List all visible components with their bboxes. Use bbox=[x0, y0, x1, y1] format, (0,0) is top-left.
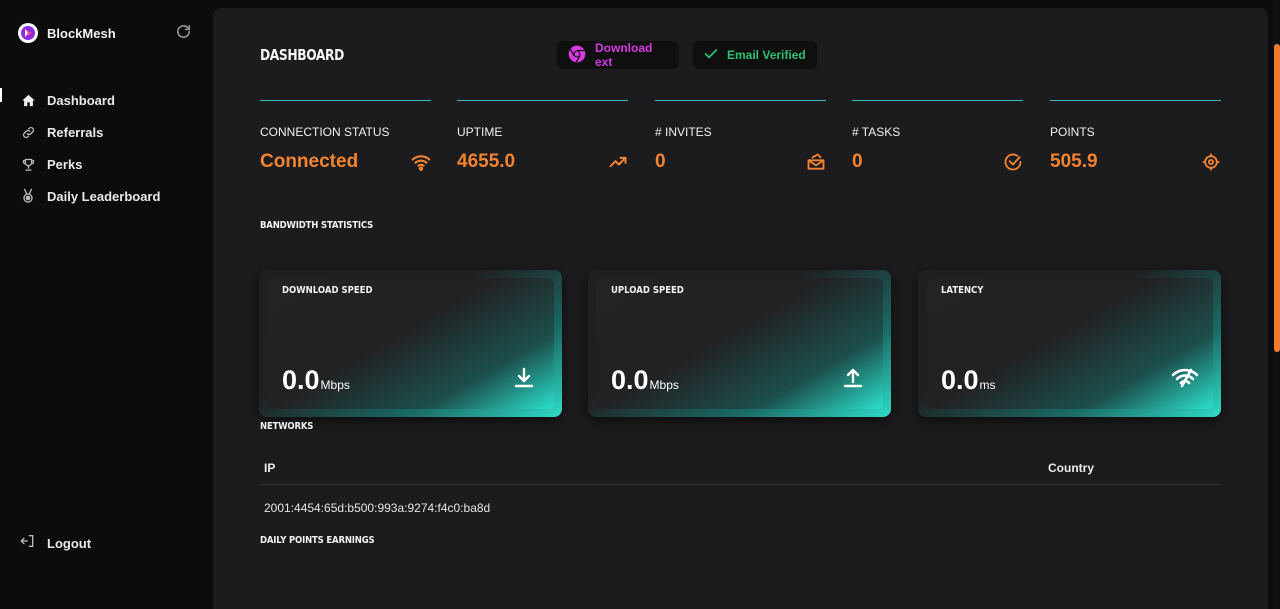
main-panel: DASHBOARD Download ext Email Verified CO… bbox=[213, 8, 1268, 609]
sidebar: BlockMesh Dashboard Referrals Perks Dail… bbox=[0, 0, 213, 609]
blockmesh-logo-icon bbox=[18, 23, 38, 43]
stat-value: 0 bbox=[655, 151, 666, 172]
latency-card: LATENCY 0.0 ms bbox=[918, 270, 1221, 417]
check-circle-icon bbox=[1003, 152, 1023, 172]
stat-divider bbox=[852, 100, 1023, 101]
home-icon bbox=[20, 92, 36, 108]
sidebar-item-referrals[interactable]: Referrals bbox=[0, 116, 213, 148]
bandwidth-section-title: BANDWIDTH STATISTICS bbox=[260, 220, 374, 231]
networks-section-title: NETWORKS bbox=[260, 421, 314, 432]
stat-uptime: UPTIME 4655.0 bbox=[457, 100, 628, 173]
card-title: LATENCY bbox=[941, 285, 984, 296]
sidebar-nav: Dashboard Referrals Perks Daily Leaderbo… bbox=[0, 84, 213, 212]
card-value: 0.0 bbox=[941, 365, 979, 395]
sidebar-item-daily-leaderboard[interactable]: Daily Leaderboard bbox=[0, 180, 213, 212]
sidebar-item-label: Daily Leaderboard bbox=[47, 188, 161, 204]
column-header-country: Country bbox=[1048, 461, 1094, 475]
sidebar-item-label: Referrals bbox=[47, 124, 104, 140]
medal-icon bbox=[20, 188, 36, 204]
trending-up-icon bbox=[608, 152, 628, 172]
card-value: 0.0 bbox=[282, 365, 320, 395]
download-icon bbox=[512, 366, 536, 390]
trophy-icon bbox=[20, 156, 36, 172]
card-unit: ms bbox=[979, 378, 996, 392]
stat-divider bbox=[457, 100, 628, 101]
brand-name: BlockMesh bbox=[47, 25, 116, 41]
stat-value: Connected bbox=[260, 151, 359, 172]
card-unit: Mbps bbox=[649, 378, 679, 392]
stat-label: POINTS bbox=[1050, 125, 1095, 139]
card-value: 0.0 bbox=[611, 365, 649, 395]
stat-label: UPTIME bbox=[457, 125, 503, 139]
table-row: 2001:4454:65d:b500:993a:9274:f4c0:ba8d bbox=[264, 501, 490, 515]
stat-divider bbox=[1050, 100, 1221, 101]
card-unit: Mbps bbox=[320, 378, 350, 392]
scrollbar-thumb[interactable] bbox=[1274, 44, 1280, 352]
networks-table-header: IP Country bbox=[260, 458, 1221, 485]
stat-value: 0 bbox=[852, 151, 863, 172]
sidebar-item-dashboard[interactable]: Dashboard bbox=[0, 84, 213, 116]
card-title: UPLOAD SPEED bbox=[611, 285, 684, 296]
stat-label: CONNECTION STATUS bbox=[260, 125, 390, 139]
daily-points-section-title: DAILY POINTS EARNINGS bbox=[260, 535, 375, 546]
logout-label: Logout bbox=[47, 536, 92, 551]
email-verified-label: Email Verified bbox=[727, 48, 806, 62]
sidebar-item-label: Dashboard bbox=[47, 92, 115, 108]
stat-divider bbox=[260, 100, 431, 101]
download-ext-label: Download ext bbox=[595, 41, 653, 69]
signal-icon bbox=[1171, 366, 1199, 390]
download-speed-card: DOWNLOAD SPEED 0.0 Mbps bbox=[259, 270, 562, 417]
logout-icon bbox=[20, 533, 36, 554]
wifi-icon bbox=[411, 152, 431, 172]
stat-divider bbox=[655, 100, 826, 101]
link-icon bbox=[20, 124, 36, 140]
chrome-icon bbox=[567, 44, 587, 67]
sidebar-item-label: Perks bbox=[47, 156, 83, 172]
invites-icon bbox=[806, 152, 826, 172]
ip-cell: 2001:4454:65d:b500:993a:9274:f4c0:ba8d bbox=[264, 501, 491, 515]
column-header-ip: IP bbox=[264, 461, 276, 475]
stat-value: 505.9 bbox=[1050, 151, 1098, 172]
card-title: DOWNLOAD SPEED bbox=[282, 285, 373, 296]
stat-invites: # INVITES 0 bbox=[655, 100, 826, 173]
stat-connection-status: CONNECTION STATUS Connected bbox=[260, 100, 431, 173]
download-ext-button[interactable]: Download ext bbox=[557, 41, 679, 69]
checkmark-icon bbox=[703, 46, 719, 65]
upload-icon bbox=[841, 366, 865, 390]
refresh-icon[interactable] bbox=[175, 23, 192, 40]
stat-tasks: # TASKS 0 bbox=[852, 100, 1023, 173]
logout-button[interactable]: Logout bbox=[20, 533, 91, 554]
upload-speed-card: UPLOAD SPEED 0.0 Mbps bbox=[588, 270, 891, 417]
stat-label: # TASKS bbox=[852, 125, 901, 139]
email-verified-badge: Email Verified bbox=[693, 41, 817, 69]
app-window: BlockMesh Dashboard Referrals Perks Dail… bbox=[0, 0, 1280, 609]
brand[interactable]: BlockMesh bbox=[18, 23, 116, 43]
stat-points: POINTS 505.9 bbox=[1050, 100, 1221, 173]
target-icon bbox=[1201, 152, 1221, 172]
stat-value: 4655.0 bbox=[457, 151, 516, 172]
sidebar-item-perks[interactable]: Perks bbox=[0, 148, 213, 180]
page-title: DASHBOARD bbox=[260, 46, 344, 64]
stat-label: # INVITES bbox=[655, 125, 712, 139]
